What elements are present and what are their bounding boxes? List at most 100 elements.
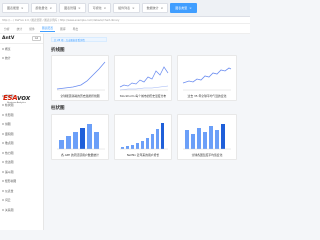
bar xyxy=(94,132,99,149)
tab-label: 数据统计 xyxy=(146,6,159,10)
toolbar-item[interactable]: 导出 xyxy=(71,26,81,32)
close-icon[interactable]: × xyxy=(104,6,107,10)
sidebar-item-label: 热力图 xyxy=(5,150,14,155)
tab-3[interactable]: 可视化 × xyxy=(87,3,112,13)
sidebar-item[interactable]: 关系图 xyxy=(0,205,43,215)
bar xyxy=(66,136,71,149)
bar xyxy=(156,129,159,149)
sidebar-item[interactable]: 饼图 xyxy=(0,120,43,130)
sidebar-item[interactable]: 矩形树图 xyxy=(0,177,43,187)
sidebar-item[interactable]: 概览 xyxy=(0,44,43,54)
section-title-line: 折线图 xyxy=(51,48,65,53)
bullet-icon xyxy=(2,180,4,183)
tab-4[interactable]: 组件列表 × xyxy=(113,3,140,13)
sidebar-item-label: 雷达图 xyxy=(5,160,14,165)
sidebar-header: AntV G2 xyxy=(0,34,43,44)
sidebar-item[interactable]: 统计 xyxy=(0,54,43,64)
close-icon[interactable]: × xyxy=(21,6,24,10)
line-series xyxy=(119,66,169,88)
line-chart-thumbnail xyxy=(119,66,169,91)
line-series xyxy=(182,67,232,84)
bullet-icon xyxy=(2,151,4,154)
chart-card-line-3[interactable]: 过去 35 年全球平均气温的变化 xyxy=(177,55,237,101)
bar xyxy=(197,128,201,149)
sidebar-item-label: 散点图 xyxy=(5,141,14,146)
card-caption: 全球各国温度平均值变化 xyxy=(191,153,223,157)
bar xyxy=(146,138,149,149)
bar-chart-thumbnail xyxy=(183,124,231,150)
brand-logo: ESAvox Business Analytics xyxy=(3,89,30,109)
sidebar-item[interactable]: 词云 xyxy=(0,196,43,206)
version-select[interactable]: G2 xyxy=(32,36,41,41)
chart-card-line-1[interactable]: 全球能源消耗的历史趋势折线图 xyxy=(51,55,109,101)
bullet-icon xyxy=(2,189,4,192)
tab-2[interactable]: 图表管理 × xyxy=(59,3,86,13)
sidebar-item-label: 概览 xyxy=(5,46,11,51)
close-icon[interactable]: × xyxy=(50,6,53,10)
tab-bar: 图表能量 × 颜色量化 × 图表管理 × 可视化 × 组件列表 × 数据统计 × 图表类型 × xyxy=(0,0,250,17)
tab-6-active[interactable]: 图表类型 × xyxy=(170,3,197,13)
tab-label: 可视化 xyxy=(92,6,102,10)
bullet-icon xyxy=(2,123,4,126)
tab-1[interactable]: 颜色量化 × xyxy=(30,3,58,13)
bullet-icon xyxy=(2,170,4,173)
line-series xyxy=(56,61,106,90)
bar xyxy=(161,123,164,149)
sidebar-item-label: 矩形树图 xyxy=(5,179,17,184)
close-icon[interactable]: × xyxy=(161,6,164,10)
bar xyxy=(136,143,139,149)
sidebar-item[interactable]: 散点图 xyxy=(0,139,43,149)
bar xyxy=(221,124,225,149)
close-icon[interactable]: × xyxy=(78,6,81,10)
chart-card-bar-2[interactable]: Netflix 近年来的用户增长 xyxy=(114,114,172,160)
tab-label: 组件列表 xyxy=(118,6,131,10)
bar xyxy=(209,126,213,149)
tab-5[interactable]: 数据统计 × xyxy=(141,3,169,13)
logo-area xyxy=(0,63,43,91)
close-icon[interactable]: × xyxy=(189,6,192,10)
close-icon[interactable]: × xyxy=(132,6,135,10)
sidebar-title: AntV xyxy=(2,36,15,41)
bar xyxy=(126,146,129,149)
sidebar-item-label: 统计 xyxy=(5,56,11,61)
bar-chart-thumbnail xyxy=(120,123,168,150)
toolbar-item-selected[interactable]: 图表配置 xyxy=(39,25,56,32)
toolbar-item[interactable]: 统计 xyxy=(15,26,25,32)
address-text: http://... / DeFlux 2.0 / 图表管理 / 图表示例库 /… xyxy=(2,19,120,22)
tab-label: 颜色量化 xyxy=(35,6,48,10)
sidebar-item-label: 条形图 xyxy=(5,112,14,117)
toolbar-item[interactable]: 图库 xyxy=(58,26,68,32)
tab-label: 图表类型 xyxy=(175,6,188,10)
sidebar-item[interactable]: 条形图 xyxy=(0,110,43,120)
tab-0[interactable]: 图表能量 × xyxy=(2,3,29,13)
bar xyxy=(131,145,134,149)
logo-subtitle: Business Analytics xyxy=(7,102,26,105)
sidebar-item[interactable]: 漏斗图 xyxy=(0,167,43,177)
bullet-icon xyxy=(2,47,4,50)
sidebar-item[interactable]: 热力图 xyxy=(0,148,43,158)
line-series-secondary xyxy=(119,85,169,91)
bar xyxy=(141,141,144,149)
sidebar-item[interactable]: 仪表盘 xyxy=(0,186,43,196)
chart-card-bar-1[interactable]: 各 APP 的周活跃用户数量统计 xyxy=(51,114,109,160)
bullet-icon xyxy=(2,57,4,60)
sidebar-item[interactable]: 面积图 xyxy=(0,129,43,139)
sidebar-item-label: 漏斗图 xyxy=(5,169,14,174)
chart-card-bar-3[interactable]: 全球各国温度平均值变化 xyxy=(177,114,237,160)
bullet-icon xyxy=(2,132,4,135)
chart-card-line-2[interactable]: Stockholm 每个城市的历史温度分布 xyxy=(114,55,172,101)
card-caption: Netflix 近年来的用户增长 xyxy=(126,153,160,157)
sidebar-item[interactable]: 雷达图 xyxy=(0,158,43,168)
sidebar: AntV G2 概览 统计 折线图 柱状图 条形图 饼图 面积图 散点图 热力图… xyxy=(0,34,44,230)
line-chart-thumbnail xyxy=(182,67,232,91)
toolbar-item[interactable]: 组件 xyxy=(27,26,37,32)
card-caption: Stockholm 每个城市的历史温度分布 xyxy=(119,94,167,98)
tab-label: 图表能量 xyxy=(7,6,20,10)
bar xyxy=(59,140,64,149)
bar xyxy=(185,130,189,149)
toolbar-item[interactable]: 分析 xyxy=(2,26,12,32)
address-bar[interactable]: http://... / DeFlux 2.0 / 图表管理 / 图表示例库 /… xyxy=(0,17,250,24)
bar-chart-thumbnail xyxy=(57,124,105,150)
sidebar-item-label: 饼图 xyxy=(5,122,11,127)
card-caption: 各 APP 的周活跃用户数量统计 xyxy=(61,153,99,157)
